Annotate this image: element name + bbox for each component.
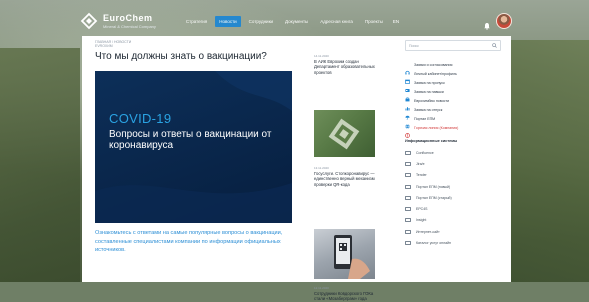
article-author: EVROХИМ (95, 44, 113, 49)
user-area (483, 13, 512, 30)
system-label: Jira/e (416, 161, 425, 166)
headset-icon (405, 62, 410, 75)
system-link[interactable]: Портал ЕПМ (новый) (405, 181, 501, 192)
bell-icon[interactable] (483, 17, 491, 30)
quick-link-hotline[interactable]: Горячая линия (Компания) (405, 123, 501, 138)
monitor-icon (405, 184, 411, 189)
news-title[interactable]: Сотрудники Ковдорского ГОКа стали «Мозаб… (314, 291, 376, 302)
quick-link-label: Горячая линия (Компания) (414, 125, 459, 130)
logo-text[interactable]: EuroChem Mineral & Chemical Company (103, 12, 156, 29)
umbrella-icon (405, 107, 410, 120)
right-sidebar: Поиск Заявки и согласования Личный кабин (405, 40, 501, 249)
monitor-icon (405, 229, 411, 234)
news-date: 14.11.2020 (314, 54, 329, 58)
system-label: EPC4S (416, 207, 428, 212)
monitor-icon (405, 195, 411, 200)
language-switch[interactable]: EN (393, 19, 399, 24)
quick-link-portal[interactable]: Портал ЕПМ (405, 114, 501, 129)
news-title[interactable]: Госуслуги. Стопкоронавирус — единственно… (314, 171, 376, 187)
quick-link-label: Еврохимбюк новости (414, 98, 450, 103)
quick-link-label: Заявки и согласования (414, 62, 453, 67)
system-label: Интернет-сайт (416, 229, 440, 234)
news-date: 12.11.2020 (314, 286, 329, 290)
news-image-maze[interactable] (314, 110, 375, 157)
nav-item-documents[interactable]: Документы (281, 16, 312, 27)
main-menu: Стратегия Новости Сотрудники Документы А… (182, 15, 399, 27)
hero-subheading: Вопросы и ответы о вакцинации от коронав… (109, 129, 272, 151)
quick-links: Заявки и согласования Личный кабинет/про… (405, 60, 501, 138)
logo-tagline: Mineral & Chemical Company (103, 23, 156, 29)
alert-icon (405, 125, 410, 138)
quick-link-skills[interactable]: Заявка на навыки (405, 87, 501, 102)
content-panel: ГЛАВНАЯ / НОВОСТИ EVROХИМ Что мы должны … (82, 36, 511, 301)
system-label: Confluence (416, 150, 434, 155)
system-label: Insight (416, 218, 427, 223)
systems-heading: Информационные системы (405, 139, 458, 143)
monitor-icon (405, 173, 411, 178)
avatar[interactable] (496, 13, 512, 29)
news-date: 13.11.2020 (314, 166, 329, 170)
quick-link-label: Заявка на пропуск (414, 80, 445, 85)
eurochem-logo-icon[interactable] (80, 12, 98, 30)
logo-name: EuroChem (103, 12, 153, 23)
quick-link-label: Личный кабинет/профиль (414, 71, 457, 76)
search-icon[interactable] (492, 42, 497, 49)
quick-link-newsfeed[interactable]: Еврохимбюк новости (405, 96, 501, 111)
system-link[interactable]: Портал ЕПМ (старый) (405, 192, 501, 203)
quick-link-label: Заявка на навыки (414, 89, 444, 94)
nav-item-news[interactable]: Новости (215, 15, 241, 27)
background-hills-right (503, 40, 589, 282)
monitor-icon (405, 207, 411, 212)
calendar-icon (405, 71, 410, 84)
monitor-icon (405, 241, 411, 246)
quick-link-requests[interactable]: Заявки и согласования (405, 60, 501, 75)
system-link[interactable]: Confluence (405, 147, 501, 158)
top-navigation: EuroChem Mineral & Chemical Company Стра… (80, 8, 512, 34)
system-link[interactable]: Jira/e (405, 158, 501, 169)
news-item[interactable]: 13.11.2020 Госуслуги. Стопкоронавирус — … (314, 166, 376, 187)
nav-item-address-book[interactable]: Адресная книга (316, 16, 357, 27)
globe-icon (405, 116, 410, 129)
quick-link-label: Портал ЕПМ (414, 116, 436, 121)
quick-link-profile[interactable]: Личный кабинет/профиль (405, 69, 501, 84)
system-link[interactable]: EPC4S (405, 203, 501, 214)
briefcase-icon (405, 89, 410, 102)
monitor-icon (405, 161, 411, 166)
news-item[interactable]: 12.11.2020 Сотрудники Ковдорского ГОКа с… (314, 286, 376, 302)
system-label: Tender (416, 173, 427, 178)
systems-list: Confluence Jira/e Tender Портал ЕПМ (нов… (405, 147, 501, 249)
monitor-icon (405, 150, 411, 155)
system-link[interactable]: Каталог услуг онлайн (405, 237, 501, 248)
quick-link-pass[interactable]: Заявка на пропуск (405, 78, 501, 92)
search-placeholder: Поиск (409, 43, 419, 48)
article: ГЛАВНАЯ / НОВОСТИ EVROХИМ Что мы должны … (95, 40, 301, 253)
article-lead[interactable]: Ознакомьтесь с ответами на самые популяр… (95, 229, 293, 255)
system-label: Портал ЕПМ (новый) (416, 184, 451, 189)
quick-link-vacation[interactable]: Заявка на отпуск (405, 105, 501, 120)
chart-icon (405, 98, 410, 111)
nav-item-strategy[interactable]: Стратегия (182, 16, 211, 27)
quick-link-label: Заявка на отпуск (414, 107, 443, 112)
news-title[interactable]: В АИК Еврохим создан Департамент образов… (314, 59, 376, 75)
system-link[interactable]: Insight (405, 215, 501, 226)
news-item[interactable]: 14.11.2020 В АИК Еврохим создан Департам… (314, 54, 376, 75)
hero-heading: COVID-19 (109, 111, 172, 126)
system-link[interactable]: Интернет-сайт (405, 226, 501, 237)
card-icon (405, 80, 410, 92)
system-label: Каталог услуг онлайн (416, 241, 451, 246)
system-label: Портал ЕПМ (старый) (416, 195, 452, 200)
page-title: Что мы должны знать о вакцинации? (95, 51, 267, 63)
monitor-icon (405, 218, 411, 223)
nav-item-employees[interactable]: Сотрудники (245, 16, 277, 27)
system-link[interactable]: Tender (405, 170, 501, 181)
news-image-phone[interactable] (314, 229, 375, 279)
hero-banner: COVID-19 Вопросы и ответы о вакцинации о… (95, 71, 292, 223)
nav-item-projects[interactable]: Проекты (361, 16, 387, 27)
search-input[interactable]: Поиск (405, 40, 501, 51)
background-hills-left (0, 48, 80, 282)
